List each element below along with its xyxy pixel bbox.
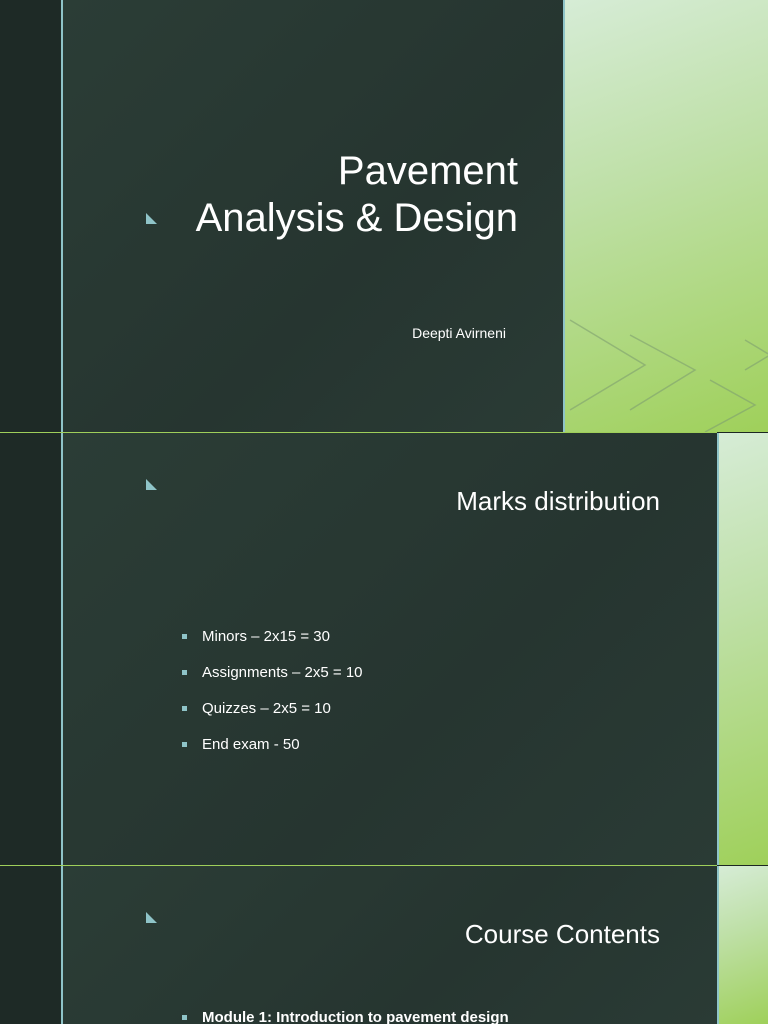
slide-marks: Marks distribution Minors – 2x15 = 30 As… xyxy=(0,433,768,865)
list-item: Module 1: Introduction to pavement desig… xyxy=(182,1009,509,1024)
green-panel xyxy=(563,0,768,432)
green-panel xyxy=(717,433,768,865)
side-strip xyxy=(0,0,61,432)
list-item: End exam - 50 xyxy=(182,736,363,772)
chevron-decoration-icon xyxy=(569,319,768,432)
title-line-1: Pavement xyxy=(337,149,518,193)
triangle-bullet-icon xyxy=(146,213,157,224)
bullet-list: Module 1: Introduction to pavement desig… xyxy=(182,1009,509,1024)
author: Deepti Avirneni xyxy=(412,325,506,341)
side-strip xyxy=(0,866,61,1024)
green-panel xyxy=(717,866,768,1024)
slide-title-text: Pavement Analysis & Design xyxy=(196,148,518,242)
slide-title: Pavement Analysis & Design Deepti Avirne… xyxy=(0,0,768,432)
bullet-list: Minors – 2x15 = 30 Assignments – 2x5 = 1… xyxy=(182,628,363,772)
slide-heading: Course Contents xyxy=(464,919,660,949)
list-item: Minors – 2x15 = 30 xyxy=(182,628,363,664)
slide-heading: Marks distribution xyxy=(456,486,660,516)
side-strip xyxy=(0,433,61,865)
list-item: Quizzes – 2x5 = 10 xyxy=(182,700,363,736)
slide-contents: Course Contents Module 1: Introduction t… xyxy=(0,866,768,1024)
title-line-2: Analysis & Design xyxy=(195,196,518,240)
triangle-bullet-icon xyxy=(146,479,157,490)
list-item: Assignments – 2x5 = 10 xyxy=(182,664,363,700)
triangle-bullet-icon xyxy=(146,912,157,923)
